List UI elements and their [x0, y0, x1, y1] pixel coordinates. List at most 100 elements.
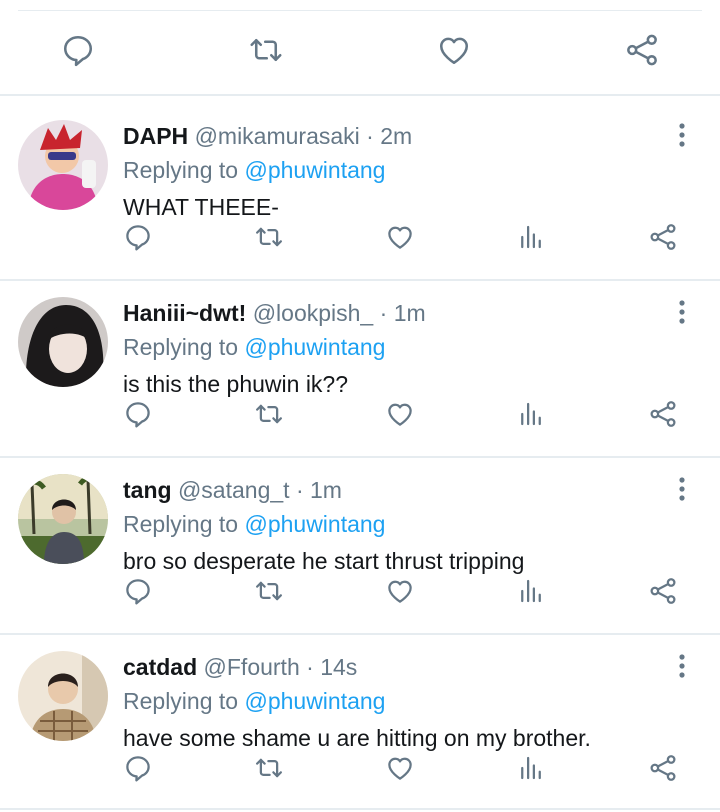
share-button[interactable]	[624, 32, 660, 68]
share-button[interactable]	[648, 399, 678, 429]
avatar-image	[18, 651, 108, 741]
display-name[interactable]: Haniii~dwt!	[123, 300, 246, 326]
reply-button[interactable]	[123, 399, 153, 429]
like-button[interactable]	[385, 576, 415, 606]
retweet-icon	[250, 38, 282, 62]
retweet-button[interactable]	[254, 222, 284, 252]
avatar-image	[18, 474, 108, 564]
retweet-icon	[256, 404, 282, 424]
replying-to-label: Replying to	[123, 157, 239, 183]
avatar-image	[18, 297, 108, 387]
timestamp[interactable]: 1m	[310, 477, 342, 503]
avatar[interactable]	[18, 120, 108, 210]
mention-link[interactable]: @phuwintang	[244, 511, 385, 537]
separator: ·	[379, 300, 388, 326]
reply-button[interactable]	[123, 576, 153, 606]
like-button[interactable]	[385, 399, 415, 429]
share-button[interactable]	[648, 222, 678, 252]
divider	[0, 808, 720, 810]
share-icon	[650, 755, 676, 781]
more-vertical-icon	[679, 654, 685, 678]
reply-header: catdad @Ffourth · 14s	[123, 653, 357, 681]
like-button[interactable]	[385, 753, 415, 783]
reply-actions	[0, 570, 720, 610]
heart-icon	[388, 226, 412, 249]
analytics-button[interactable]	[516, 753, 546, 783]
heart-icon	[439, 37, 469, 65]
retweet-button[interactable]	[248, 32, 284, 68]
reply-actions	[0, 747, 720, 787]
timestamp[interactable]: 14s	[320, 654, 357, 680]
analytics-icon	[521, 225, 541, 249]
like-button[interactable]	[436, 32, 472, 68]
reply-item[interactable]: Haniii~dwt! @lookpish_ · 1m Replying to …	[0, 273, 720, 449]
reply-item[interactable]: catdad @Ffourth · 14s Replying to @phuwi…	[0, 627, 720, 803]
avatar[interactable]	[18, 651, 108, 741]
replying-to: Replying to @phuwintang	[123, 510, 385, 538]
timestamp[interactable]: 1m	[394, 300, 426, 326]
replying-to: Replying to @phuwintang	[123, 687, 385, 715]
reply-header: tang @satang_t · 1m	[123, 476, 342, 504]
retweet-button[interactable]	[254, 399, 284, 429]
retweet-button[interactable]	[254, 576, 284, 606]
more-options-button[interactable]	[670, 651, 694, 681]
more-vertical-icon	[679, 123, 685, 147]
separator: ·	[306, 654, 314, 680]
reply-button[interactable]	[123, 753, 153, 783]
replying-to-label: Replying to	[123, 688, 239, 714]
avatar-image	[18, 120, 108, 210]
reply-actions	[0, 393, 720, 433]
share-icon	[627, 34, 657, 66]
display-name[interactable]: tang	[123, 477, 172, 503]
replying-to: Replying to @phuwintang	[123, 156, 385, 184]
username[interactable]: @lookpish_	[253, 300, 374, 326]
more-vertical-icon	[679, 477, 685, 501]
mention-link[interactable]: @phuwintang	[244, 157, 385, 183]
comment-icon	[126, 402, 150, 428]
reply-item[interactable]: tang @satang_t · 1m Replying to @phuwint…	[0, 450, 720, 626]
avatar[interactable]	[18, 474, 108, 564]
mention-link[interactable]: @phuwintang	[244, 688, 385, 714]
reply-header: DAPH @mikamurasaki · 2m	[123, 122, 412, 150]
heart-icon	[388, 757, 412, 780]
share-icon	[650, 224, 676, 250]
analytics-button[interactable]	[516, 222, 546, 252]
comment-icon	[126, 225, 150, 251]
analytics-button[interactable]	[516, 399, 546, 429]
display-name[interactable]: DAPH	[123, 123, 188, 149]
more-options-button[interactable]	[670, 297, 694, 327]
mention-link[interactable]: @phuwintang	[244, 334, 385, 360]
reply-header: Haniii~dwt! @lookpish_ · 1m	[123, 299, 426, 327]
replying-to-label: Replying to	[123, 511, 239, 537]
display-name[interactable]: catdad	[123, 654, 197, 680]
comment-icon	[63, 35, 93, 67]
main-tweet-actions	[0, 10, 720, 94]
share-button[interactable]	[648, 576, 678, 606]
reply-item[interactable]: DAPH @mikamurasaki · 2m Replying to @phu…	[0, 96, 720, 272]
like-button[interactable]	[385, 222, 415, 252]
username[interactable]: @mikamurasaki	[195, 123, 360, 149]
share-icon	[650, 401, 676, 427]
more-options-button[interactable]	[670, 474, 694, 504]
analytics-button[interactable]	[516, 576, 546, 606]
more-vertical-icon	[679, 300, 685, 324]
reply-button[interactable]	[60, 32, 96, 68]
reply-actions	[0, 216, 720, 256]
retweet-icon	[256, 227, 282, 247]
username[interactable]: @Ffourth	[204, 654, 300, 680]
reply-button[interactable]	[123, 222, 153, 252]
avatar[interactable]	[18, 297, 108, 387]
analytics-icon	[521, 402, 541, 426]
analytics-icon	[521, 756, 541, 780]
username[interactable]: @satang_t	[178, 477, 290, 503]
replying-to: Replying to @phuwintang	[123, 333, 385, 361]
retweet-icon	[256, 758, 282, 778]
more-options-button[interactable]	[670, 120, 694, 150]
retweet-button[interactable]	[254, 753, 284, 783]
timestamp[interactable]: 2m	[380, 123, 412, 149]
comment-icon	[126, 579, 150, 605]
share-button[interactable]	[648, 753, 678, 783]
heart-icon	[388, 580, 412, 603]
heart-icon	[388, 403, 412, 426]
share-icon	[650, 578, 676, 604]
